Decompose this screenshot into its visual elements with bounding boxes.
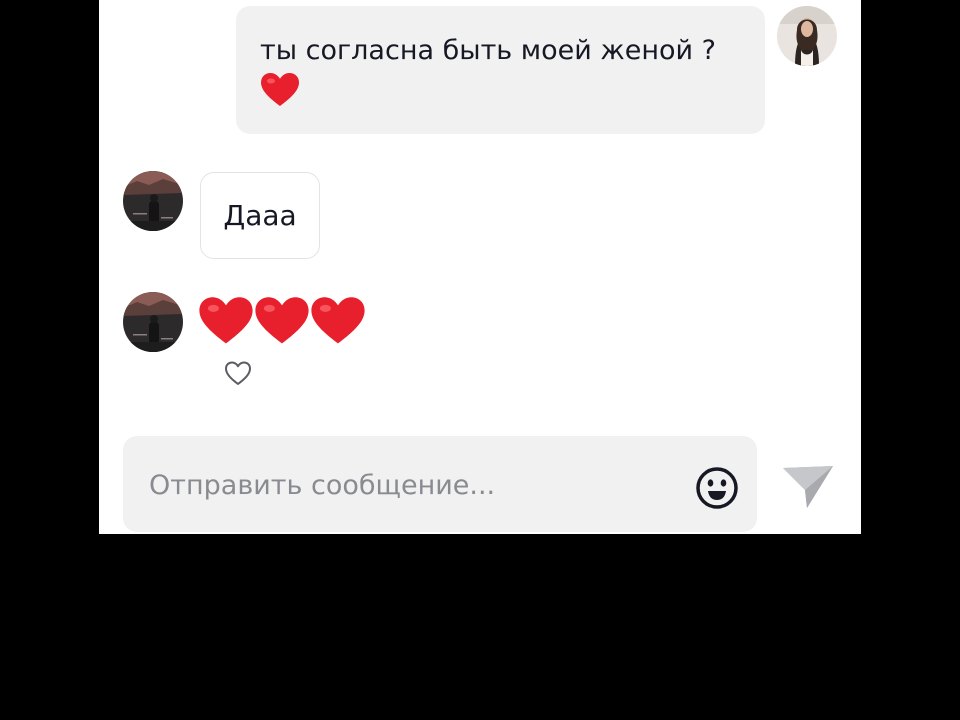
message-text: Дааа bbox=[223, 199, 297, 232]
smiley-icon[interactable] bbox=[695, 466, 739, 510]
contact-avatar[interactable] bbox=[123, 171, 183, 231]
heart-emoji-icon bbox=[199, 297, 253, 344]
heart-emoji-icon bbox=[311, 297, 365, 344]
contact-avatar[interactable] bbox=[123, 292, 183, 352]
outgoing-message-bubble[interactable]: ты согласна быть моей женой ? bbox=[236, 6, 765, 134]
incoming-message-bubble[interactable]: Дааа bbox=[200, 172, 320, 259]
emoji-message[interactable] bbox=[198, 295, 366, 347]
chat-screen: ты согласна быть моей женой ? Дааа Отпра… bbox=[99, 0, 861, 534]
message-text: ты согласна быть моей женой ? bbox=[260, 35, 716, 66]
heart-emoji-icon bbox=[261, 73, 299, 106]
message-input[interactable] bbox=[147, 436, 671, 534]
send-icon[interactable] bbox=[781, 462, 835, 512]
heart-outline-icon[interactable] bbox=[223, 358, 253, 388]
heart-emoji-icon bbox=[255, 297, 309, 344]
message-input-box[interactable] bbox=[123, 436, 757, 534]
my-avatar[interactable] bbox=[777, 6, 837, 66]
